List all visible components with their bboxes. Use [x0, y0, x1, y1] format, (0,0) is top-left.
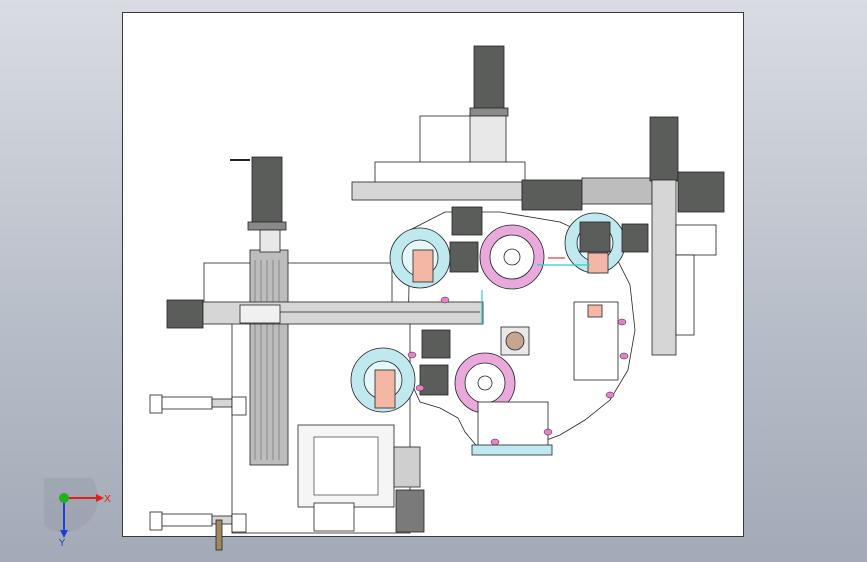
- x-axis-label: X: [104, 494, 111, 505]
- motor-f: [419, 364, 449, 396]
- left-motor: [251, 156, 283, 226]
- motor-e: [421, 329, 451, 359]
- top-horizontal-rail: [351, 181, 523, 201]
- motor-b: [449, 241, 479, 273]
- left-vertical-rail: [249, 249, 289, 466]
- left-motor-flange: [247, 221, 287, 231]
- motor-a: [451, 206, 483, 236]
- cylinder-lower: [149, 511, 247, 551]
- cad-viewport[interactable]: X Y: [0, 0, 867, 562]
- left-frame: [203, 262, 393, 304]
- top-motor: [473, 45, 505, 111]
- terminal-block: [313, 436, 379, 496]
- cylinder-upper: [149, 394, 247, 416]
- right-motor: [649, 116, 679, 182]
- reel-left-bottom: [350, 347, 416, 413]
- top-frame: [419, 115, 471, 165]
- coordinate-triad: X Y: [44, 478, 111, 548]
- right-horizontal-body: [581, 177, 653, 205]
- right-bottom-block: [395, 489, 425, 533]
- motor-d: [621, 223, 649, 253]
- y-axis-label: Y: [58, 538, 66, 548]
- right-horizontal-motor: [521, 179, 583, 211]
- left-slider: [239, 304, 281, 324]
- bottom-fixture: [477, 401, 549, 448]
- right-vertical-rail: [651, 179, 677, 356]
- motor-c: [579, 221, 611, 253]
- left-horizontal-motor: [166, 299, 204, 329]
- top-motor-flange: [469, 107, 509, 117]
- right-side-bracket: [675, 224, 717, 256]
- side-box: [393, 446, 421, 488]
- reel-left-top: [389, 227, 451, 289]
- machine-assembly-drawing[interactable]: [0, 0, 867, 562]
- right-side-motor: [677, 171, 725, 213]
- left-coupling: [259, 229, 281, 253]
- bottom-guard: [471, 444, 553, 456]
- right-side-frame: [675, 254, 695, 336]
- hub-center-top: [479, 224, 545, 290]
- bottom-plate: [313, 502, 355, 532]
- top-vertical-rail: [467, 115, 507, 165]
